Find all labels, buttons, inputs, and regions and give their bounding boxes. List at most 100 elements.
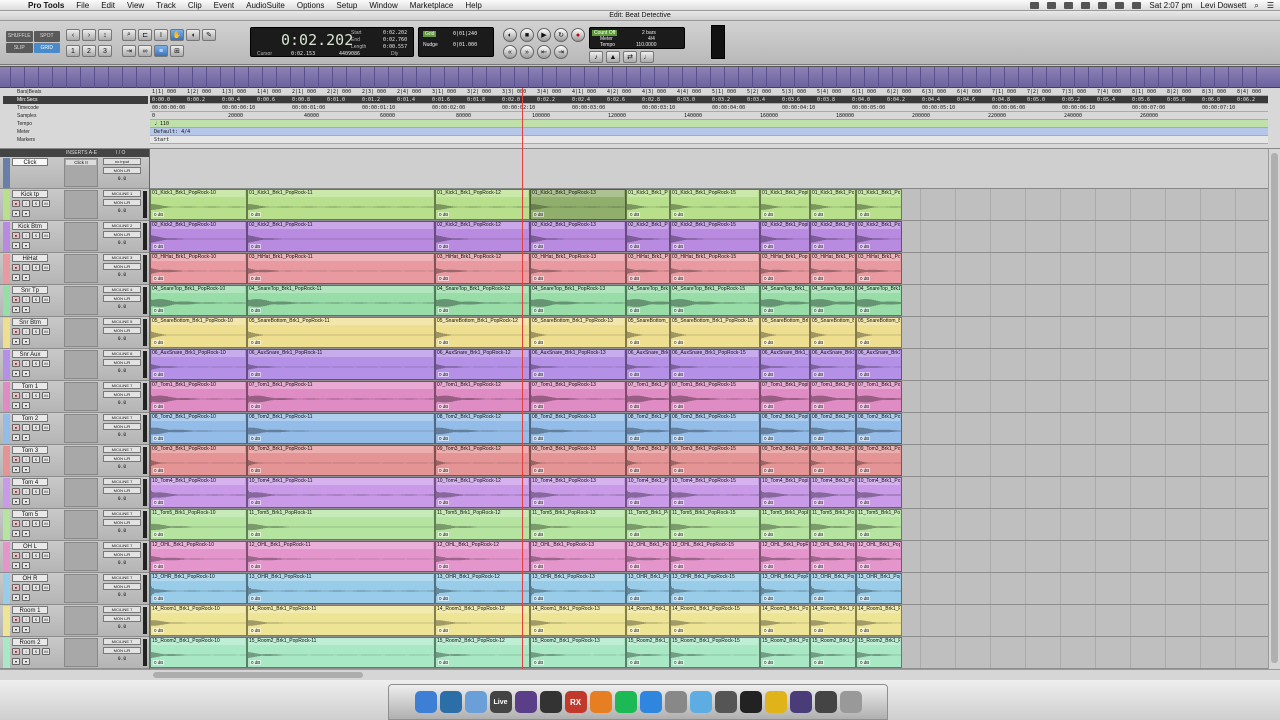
nudge-label[interactable]: Nudge [423,42,438,48]
clip-gain-label[interactable]: 0 dB [763,532,775,537]
horizontal-scroll-thumb[interactable] [153,672,363,678]
clip-gain-label[interactable]: 0 dB [153,244,165,249]
audio-clip[interactable]: 04_SnareTop_Brk1_PopRock-17 0 dB [810,285,856,316]
wait-note-icon[interactable]: ♪ [589,51,603,63]
track-header[interactable]: Tom 3 ● I S M ▾ ▾ MIC/LINE 7 MON L/R 0.0 [0,445,149,477]
track-view-selector[interactable]: ▾ [12,466,20,473]
dock-trash-icon[interactable] [839,691,862,713]
input-selector[interactable]: MIC/LINE 7 [103,446,141,453]
mute-button[interactable]: M [42,616,50,623]
audio-clip[interactable]: 05_SnareBottom_Brk1_PopRock-17 0 dB [810,317,856,348]
volume-readout[interactable]: 0.0 [103,272,141,279]
clip-gain-label[interactable]: 0 dB [629,212,641,217]
record-arm-button[interactable]: ● [12,616,20,623]
audio-clip[interactable]: 04_SnareTop_Brk1_PopRock-18 0 dB [856,285,902,316]
samples-ruler[interactable]: 0 20000 40000 60000 80000 100000 120000 140000 1… [150,112,1268,120]
clip-gain-label[interactable]: 0 dB [763,660,775,665]
zoom-preset-2[interactable]: 2 [82,45,96,57]
start-value[interactable]: 0:02.202 [383,30,407,36]
output-selector[interactable]: MON L/R [103,615,141,622]
track-view-selector[interactable]: ▾ [12,626,20,633]
selector-tool-icon[interactable]: I [154,29,168,41]
input-selector[interactable]: MIC/LINE 7 [103,510,141,517]
tab-to-transient-icon[interactable]: ⇥ [122,45,136,57]
clip-gain-label[interactable]: 0 dB [533,468,545,473]
audio-clip[interactable]: 04_SnareTop_Brk1_PopRock-11 0 dB [247,285,435,316]
clip-gain-label[interactable]: 0 dB [438,436,450,441]
playlist-selector[interactable]: ▾ [22,274,30,281]
audio-clip[interactable]: 09_Tom3_Brk1_PopRock-18 0 dB [856,445,902,476]
mute-button[interactable]: M [42,232,50,239]
time-machine-icon[interactable] [1064,2,1074,9]
edit-window-tracks[interactable]: 01_Kick1_Brk1_PopRock-10 0 dB 01_Kick1_Brk… [150,149,1268,669]
audio-clip[interactable]: 08_Tom2_Brk1_PopRock-10 0 dB [150,413,247,444]
notification-icon[interactable]: ☰ [1267,1,1274,10]
dock-pro-tools-icon[interactable] [514,691,537,713]
playlist-selector[interactable]: ▾ [22,530,30,537]
audio-clip[interactable]: 12_OHL_Brk1_PopRock-17 0 dB [810,541,856,572]
dock-activity-icon[interactable] [714,691,737,713]
clip-gain-label[interactable]: 0 dB [813,436,825,441]
clip-gain-label[interactable]: 0 dB [438,340,450,345]
dock-terminal-icon[interactable] [739,691,762,713]
mute-button[interactable]: M [42,296,50,303]
audio-clip[interactable]: 04_SnareTop_Brk1_PopRock-16 0 dB [760,285,810,316]
audio-clip[interactable]: 14_Room1_Brk1_PopRock-12 0 dB [435,605,530,636]
clip-gain-label[interactable]: 0 dB [629,628,641,633]
clip-gain-label[interactable]: 0 dB [859,468,871,473]
clip-gain-label[interactable]: 0 dB [673,212,685,217]
clip-gain-label[interactable]: 0 dB [533,372,545,377]
audio-clip[interactable]: 09_Tom3_Brk1_PopRock-11 0 dB [247,445,435,476]
solo-button[interactable]: S [32,584,40,591]
audio-clip[interactable]: 07_Tom1_Brk1_PopRock-13 0 dB [530,381,626,412]
audio-clip[interactable]: 02_Kick2_Brk1_PopRock-12 0 dB [435,221,530,252]
audio-clip[interactable]: 05_SnareBottom_Brk1_PopRock-15 0 dB [670,317,760,348]
clip-gain-label[interactable]: 0 dB [673,564,685,569]
clip-gain-label[interactable]: 0 dB [629,308,641,313]
output-selector[interactable]: MON L/R [103,391,141,398]
input-selector[interactable]: MIC/LINE 7 [103,478,141,485]
smart-tool-icon[interactable]: ⊞ [170,45,184,57]
audio-clip[interactable]: 05_SnareBottom_Brk1_PopRock-14 0 dB [626,317,670,348]
audio-clip[interactable]: 05_SnareBottom_Brk1_PopRock-16 0 dB [760,317,810,348]
clip-gain-label[interactable]: 0 dB [250,564,262,569]
clip-gain-label[interactable]: 0 dB [250,212,262,217]
audio-clip[interactable]: 10_Tom4_Brk1_PopRock-10 0 dB [150,477,247,508]
audio-clip[interactable]: 15_Room2_Brk1_PopRock-18 0 dB [856,637,902,668]
midi-merge-icon[interactable]: ⇄ [623,51,637,63]
horizontal-scrollbar[interactable] [0,669,1280,680]
track-name[interactable]: OH L [12,542,48,550]
audio-clip[interactable]: 12_OHL_Brk1_PopRock-18 0 dB [856,541,902,572]
track-lane[interactable]: 15_Room2_Brk1_PopRock-10 0 dB 15_Room2_Brk… [150,637,1268,669]
dock-itunes-icon[interactable] [639,691,662,713]
audio-clip[interactable]: 14_Room1_Brk1_PopRock-14 0 dB [626,605,670,636]
clip-gain-label[interactable]: 0 dB [813,596,825,601]
inserts-slot[interactable] [64,350,98,379]
audio-clip[interactable]: 13_OHR_Brk1_PopRock-10 0 dB [150,573,247,604]
track-header[interactable]: Snr Btm ● I S M ▾ ▾ MIC/LINE 5 MON L/R 0.0 [0,317,149,349]
audio-clip[interactable]: 05_SnareBottom_Brk1_PopRock-13 0 dB [530,317,626,348]
tempo-ruler[interactable]: ♩ 110 [150,120,1268,128]
volume-readout[interactable]: 0.0 [103,656,141,663]
volume-readout[interactable]: 0.0 [103,368,141,375]
clip-gain-label[interactable]: 0 dB [153,660,165,665]
audio-clip[interactable]: 11_Tom5_Brk1_PopRock-10 0 dB [150,509,247,540]
zoom-preset-3[interactable]: 3 [98,45,112,57]
clip-gain-label[interactable]: 0 dB [763,404,775,409]
clip-gain-label[interactable]: 0 dB [763,308,775,313]
track-lane[interactable]: 07_Tom1_Brk1_PopRock-10 0 dB 07_Tom1_Brk1_… [150,381,1268,413]
clip-gain-label[interactable]: 0 dB [438,564,450,569]
output-selector[interactable]: MON L/R [103,551,141,558]
clip-gain-label[interactable]: 0 dB [859,532,871,537]
menu-audiosuite[interactable]: AudioSuite [240,1,291,10]
menu-file[interactable]: File [70,1,95,10]
audio-clip[interactable]: 11_Tom5_Brk1_PopRock-18 0 dB [856,509,902,540]
playlist-selector[interactable]: ▾ [22,626,30,633]
menu-view[interactable]: View [121,1,150,10]
audio-clip[interactable]: 15_Room2_Brk1_PopRock-16 0 dB [760,637,810,668]
clip-gain-label[interactable]: 0 dB [153,564,165,569]
clip-gain-label[interactable]: 0 dB [813,468,825,473]
start-marker[interactable]: Start [154,136,169,143]
audio-clip[interactable]: 08_Tom2_Brk1_PopRock-15 0 dB [670,413,760,444]
dropbox-icon[interactable] [1047,2,1057,9]
